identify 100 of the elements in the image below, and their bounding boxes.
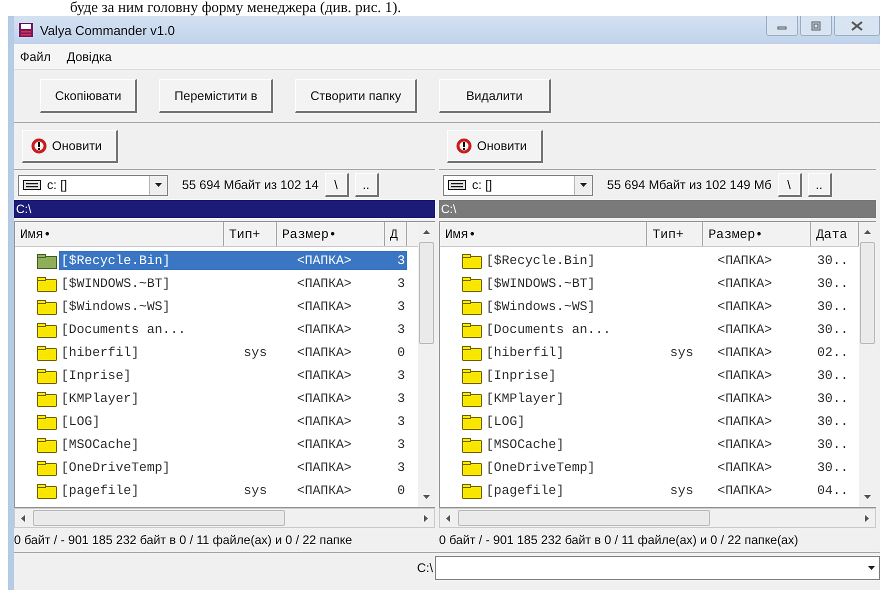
dropdown-arrow-icon [155, 183, 162, 187]
path-bar: C:\ [439, 200, 876, 218]
folder-icon [462, 368, 482, 384]
horizontal-scrollbar[interactable] [14, 508, 435, 528]
folder-icon [462, 276, 482, 292]
folder-icon [462, 322, 482, 338]
column-header[interactable]: Имя• [440, 222, 648, 246]
file-type: sys [242, 482, 268, 500]
file-name[interactable]: [Inprise] [59, 366, 224, 385]
file-name[interactable]: [hiberfil] [484, 343, 648, 362]
free-space-text: 55 694 Мбайт из 102 149 Мб [607, 178, 772, 192]
command-path-label: C:\ [417, 561, 433, 575]
window-title: Valya Commander v1.0 [40, 22, 175, 38]
up-button[interactable]: .. [808, 173, 832, 197]
scroll-thumb[interactable] [419, 242, 434, 344]
scroll-thumb[interactable] [33, 510, 285, 526]
file-date: 02.. [816, 344, 850, 362]
toolbar-button[interactable]: Видалити [439, 79, 551, 113]
column-header[interactable]: Д [385, 222, 407, 246]
file-name[interactable]: [KMPlayer] [59, 389, 224, 408]
toolbar-button[interactable]: Скопіювати [40, 79, 138, 113]
minimize-button[interactable] [766, 16, 798, 36]
file-name[interactable]: [pagefile] [59, 481, 224, 500]
column-header[interactable]: Имя• [15, 222, 224, 246]
file-size: <ПАПКА> [296, 367, 353, 385]
root-button[interactable]: \ [324, 173, 349, 197]
file-type: sys [668, 344, 694, 362]
dropdown-arrow-icon [580, 183, 587, 187]
refresh-button[interactable]: Оновити [447, 130, 543, 162]
column-header[interactable]: Тип+ [647, 222, 704, 246]
file-size: <ПАПКА> [296, 275, 353, 293]
file-name[interactable]: [pagefile] [484, 481, 648, 500]
file-name[interactable]: [$Recycle.Bin] [484, 251, 648, 270]
close-button[interactable] [834, 16, 880, 36]
file-name[interactable]: [$Windows.~WS] [484, 297, 648, 316]
column-header[interactable]: Размер• [277, 222, 385, 246]
refresh-button[interactable]: Оновити [22, 130, 118, 162]
folder-icon [37, 482, 57, 498]
status-text: 0 байт / - 901 185 232 байт в 0 / 11 файле(ах) и 0 / 22 папке [14, 533, 354, 547]
file-name[interactable]: [MSOCache] [484, 435, 648, 454]
scroll-thumb[interactable] [458, 510, 710, 526]
folder-icon [37, 414, 57, 430]
file-date: 04.. [816, 482, 850, 500]
file-date: 0 [396, 482, 406, 500]
file-size: <ПАПКА> [716, 390, 773, 408]
drive-icon [448, 180, 466, 190]
file-date: 3 [396, 436, 406, 454]
file-date: 3 [396, 459, 406, 477]
file-name[interactable]: [KMPlayer] [484, 389, 648, 408]
file-size: <ПАПКА> [296, 482, 353, 500]
folder-icon [462, 482, 482, 498]
file-name[interactable]: [$Recycle.Bin] [59, 251, 224, 270]
file-name[interactable]: [$WINDOWS.~BT] [59, 274, 224, 293]
file-name[interactable]: [MSOCache] [59, 435, 224, 454]
drive-icon [23, 180, 41, 190]
menu-item[interactable]: Довідка [66, 50, 112, 64]
maximize-button[interactable] [800, 16, 832, 36]
scroll-up-icon [423, 230, 430, 234]
file-name[interactable]: [Inprise] [484, 366, 648, 385]
file-size: <ПАПКА> [296, 459, 353, 477]
folder-icon [462, 390, 482, 406]
file-name[interactable]: [hiberfil] [59, 343, 224, 362]
file-name[interactable]: [LOG] [59, 412, 224, 431]
file-date: 30.. [816, 459, 850, 477]
scroll-thumb[interactable] [860, 242, 875, 344]
file-name[interactable]: [Documents an... [484, 320, 648, 339]
scroll-down-icon [864, 495, 871, 499]
toolbar-button[interactable]: Створити папку [295, 79, 418, 113]
folder-icon [462, 460, 482, 476]
file-size: <ПАПКА> [716, 459, 773, 477]
up-button[interactable]: .. [354, 173, 379, 197]
file-size: <ПАПКА> [716, 367, 773, 385]
close-icon [851, 20, 863, 30]
column-header[interactable]: Тип+ [224, 222, 277, 246]
file-name[interactable]: [$Windows.~WS] [59, 297, 224, 316]
scroll-left-icon [21, 514, 25, 522]
toolbar-button[interactable]: Перемістити в [159, 79, 274, 113]
vertical-scrollbar[interactable] [418, 222, 435, 507]
menu-item[interactable]: Файл [20, 50, 51, 64]
vertical-scrollbar[interactable] [859, 222, 876, 507]
drive-dropdown[interactable]: c: [] [18, 174, 168, 196]
file-name[interactable]: [OneDriveTemp] [484, 458, 648, 477]
file-name[interactable]: [Documents an... [59, 320, 224, 339]
file-type: sys [242, 344, 268, 362]
column-header[interactable]: Размер• [703, 222, 812, 246]
root-button[interactable]: \ [778, 173, 802, 197]
drive-dropdown[interactable]: c: [] [443, 174, 593, 196]
file-name[interactable]: [OneDriveTemp] [59, 458, 224, 477]
file-size: <ПАПКА> [716, 482, 773, 500]
folder-icon [37, 298, 57, 314]
file-size: <ПАПКА> [716, 298, 773, 316]
file-size: <ПАПКА> [296, 298, 353, 316]
file-date: 3 [385, 251, 407, 270]
command-input[interactable] [435, 556, 880, 580]
file-size: <ПАПКА> [296, 390, 353, 408]
file-name[interactable]: [$WINDOWS.~BT] [484, 274, 648, 293]
file-size: <ПАПКА> [716, 344, 773, 362]
file-name[interactable]: [LOG] [484, 412, 648, 431]
file-date: 30.. [816, 252, 850, 270]
horizontal-scrollbar[interactable] [439, 508, 876, 528]
